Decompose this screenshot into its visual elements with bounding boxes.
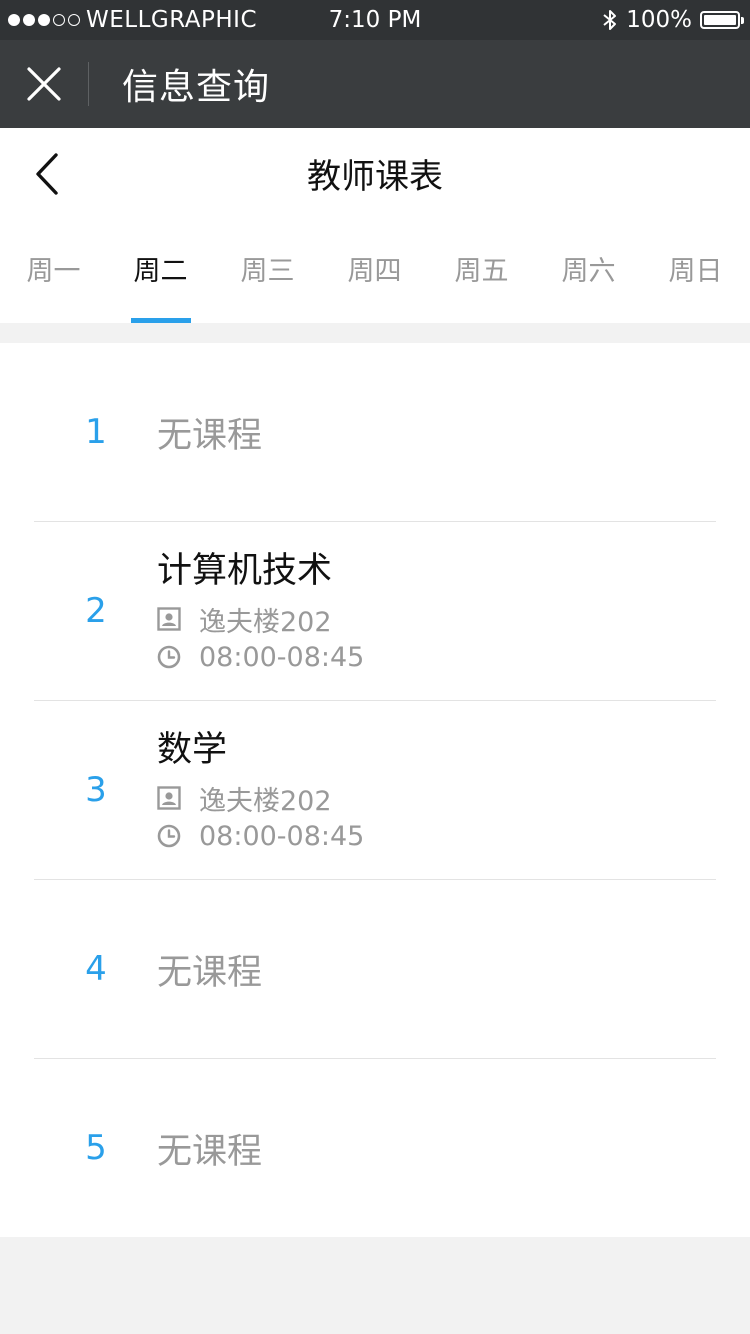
period-number: 3: [85, 770, 107, 810]
course-name: 计算机技术: [157, 551, 333, 591]
close-button[interactable]: [14, 54, 74, 114]
classroom-icon: [157, 607, 181, 631]
period-row-1[interactable]: 1 无课程: [0, 343, 750, 522]
course-location: 逸夫楼202: [157, 601, 332, 638]
status-right-group: 100%: [602, 0, 744, 40]
nav-bar: 教师课表: [0, 128, 750, 218]
no-course-label: 无课程: [157, 1131, 263, 1172]
active-tab-indicator: [131, 318, 191, 323]
battery-icon: [700, 11, 744, 29]
course-time: 08:00-08:45: [157, 818, 364, 854]
tab-monday[interactable]: 周一: [0, 218, 107, 323]
no-course-label: 无课程: [157, 415, 263, 456]
close-icon: [27, 67, 61, 101]
period-number: 1: [85, 412, 107, 452]
clock-icon: [157, 824, 181, 848]
location-text: 逸夫楼202: [199, 606, 332, 638]
status-bar: WELLGRAPHIC 7:10 PM 100%: [0, 0, 750, 40]
tab-friday[interactable]: 周五: [428, 218, 535, 323]
tab-saturday[interactable]: 周六: [535, 218, 642, 323]
tab-sunday[interactable]: 周日: [642, 218, 749, 323]
classroom-icon: [157, 786, 181, 810]
period-number: 4: [85, 949, 107, 989]
time-text: 08:00-08:45: [199, 820, 365, 852]
period-number: 2: [85, 591, 107, 631]
period-row-2[interactable]: 2 计算机技术 逸夫楼202 08:00-08:45: [0, 522, 750, 701]
period-row-3[interactable]: 3 数学 逸夫楼202 08:00-08:45: [0, 701, 750, 880]
app-bar: 信息查询: [0, 40, 750, 128]
page-title: 教师课表: [307, 156, 443, 197]
tab-thursday[interactable]: 周四: [321, 218, 428, 323]
schedule-list: 1 无课程 2 计算机技术 逸夫楼202 08:00-08:45 3 数学 逸夫…: [0, 343, 750, 1237]
tab-wednesday[interactable]: 周三: [214, 218, 321, 323]
course-location: 逸夫楼202: [157, 780, 332, 817]
day-tabs: 周一 周二 周三 周四 周五 周六 周日: [0, 218, 750, 323]
course-name: 数学: [157, 730, 228, 770]
app-bar-title: 信息查询: [122, 67, 271, 108]
app-bar-divider: [88, 62, 89, 106]
tab-tuesday[interactable]: 周二: [107, 218, 214, 323]
time-text: 08:00-08:45: [199, 641, 365, 673]
no-course-label: 无课程: [157, 952, 263, 993]
period-row-5[interactable]: 5 无课程: [0, 1059, 750, 1238]
course-time: 08:00-08:45: [157, 639, 364, 675]
clock-icon: [157, 645, 181, 669]
period-number: 5: [85, 1128, 107, 1168]
bluetooth-icon: [603, 10, 617, 30]
period-row-4[interactable]: 4 无课程: [0, 880, 750, 1059]
location-text: 逸夫楼202: [199, 785, 332, 817]
battery-percent: 100%: [626, 7, 692, 33]
